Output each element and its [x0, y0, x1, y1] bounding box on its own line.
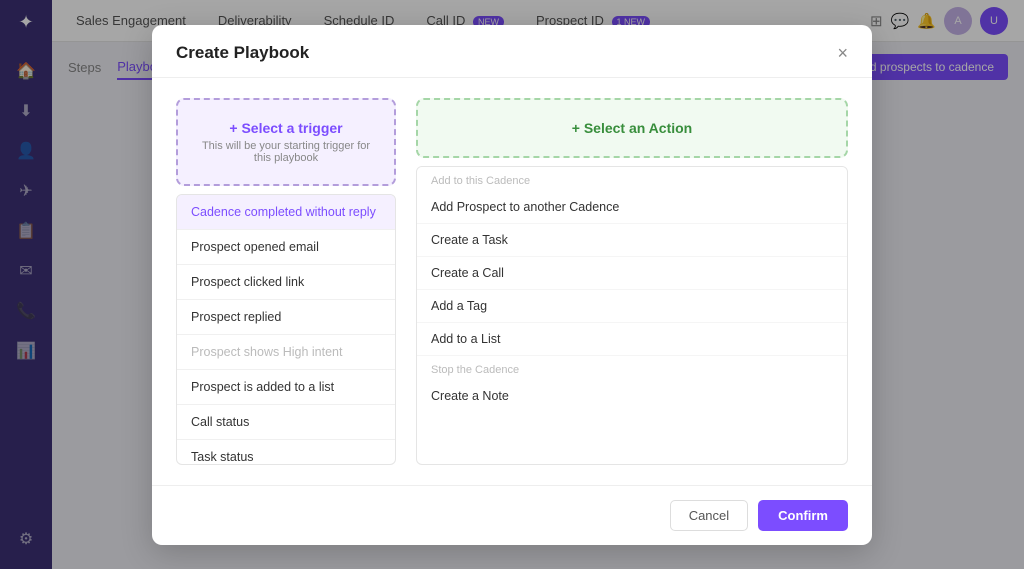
modal-overlay: Create Playbook × + Select a trigger Thi…: [0, 0, 1024, 569]
modal-footer: Cancel Confirm: [152, 485, 872, 545]
action-item-add-tag[interactable]: Add a Tag: [417, 290, 847, 323]
action-section-header-stop: Stop the Cadence: [417, 356, 847, 380]
action-list: Add to this Cadence Add Prospect to anot…: [416, 166, 848, 465]
trigger-item-call-status[interactable]: Call status: [177, 405, 395, 440]
create-playbook-modal: Create Playbook × + Select a trigger Thi…: [152, 25, 872, 545]
cancel-button[interactable]: Cancel: [670, 500, 748, 531]
trigger-list: Cadence completed without reply Prospect…: [176, 194, 396, 465]
modal-body: + Select a trigger This will be your sta…: [152, 78, 872, 485]
modal-close-button[interactable]: ×: [837, 44, 848, 62]
action-select-label: + Select an Action: [434, 120, 830, 136]
trigger-select-sublabel: This will be your starting trigger for t…: [194, 140, 378, 164]
trigger-select-label: + Select a trigger: [194, 120, 378, 136]
trigger-panel: + Select a trigger This will be your sta…: [176, 98, 396, 465]
trigger-item-cadence-completed[interactable]: Cadence completed without reply: [177, 195, 395, 230]
trigger-item-prospect-clicked-link[interactable]: Prospect clicked link: [177, 265, 395, 300]
action-item-add-to-list[interactable]: Add to a List: [417, 323, 847, 356]
action-item-create-task[interactable]: Create a Task: [417, 224, 847, 257]
select-trigger-button[interactable]: + Select a trigger This will be your sta…: [176, 98, 396, 186]
trigger-item-added-to-list[interactable]: Prospect is added to a list: [177, 370, 395, 405]
action-item-create-note[interactable]: Create a Note: [417, 380, 847, 412]
trigger-item-prospect-replied[interactable]: Prospect replied: [177, 300, 395, 335]
trigger-item-task-status[interactable]: Task status: [177, 440, 395, 465]
confirm-button[interactable]: Confirm: [758, 500, 848, 531]
action-item-create-call[interactable]: Create a Call: [417, 257, 847, 290]
modal-header: Create Playbook ×: [152, 25, 872, 78]
modal-title: Create Playbook: [176, 43, 309, 63]
action-panel: + Select an Action Add to this Cadence A…: [416, 98, 848, 465]
action-item-add-to-another-cadence[interactable]: Add Prospect to another Cadence: [417, 191, 847, 224]
action-section-header-cadence: Add to this Cadence: [417, 167, 847, 191]
select-action-button[interactable]: + Select an Action: [416, 98, 848, 158]
trigger-item-high-intent: Prospect shows High intent: [177, 335, 395, 370]
trigger-item-prospect-opened-email[interactable]: Prospect opened email: [177, 230, 395, 265]
